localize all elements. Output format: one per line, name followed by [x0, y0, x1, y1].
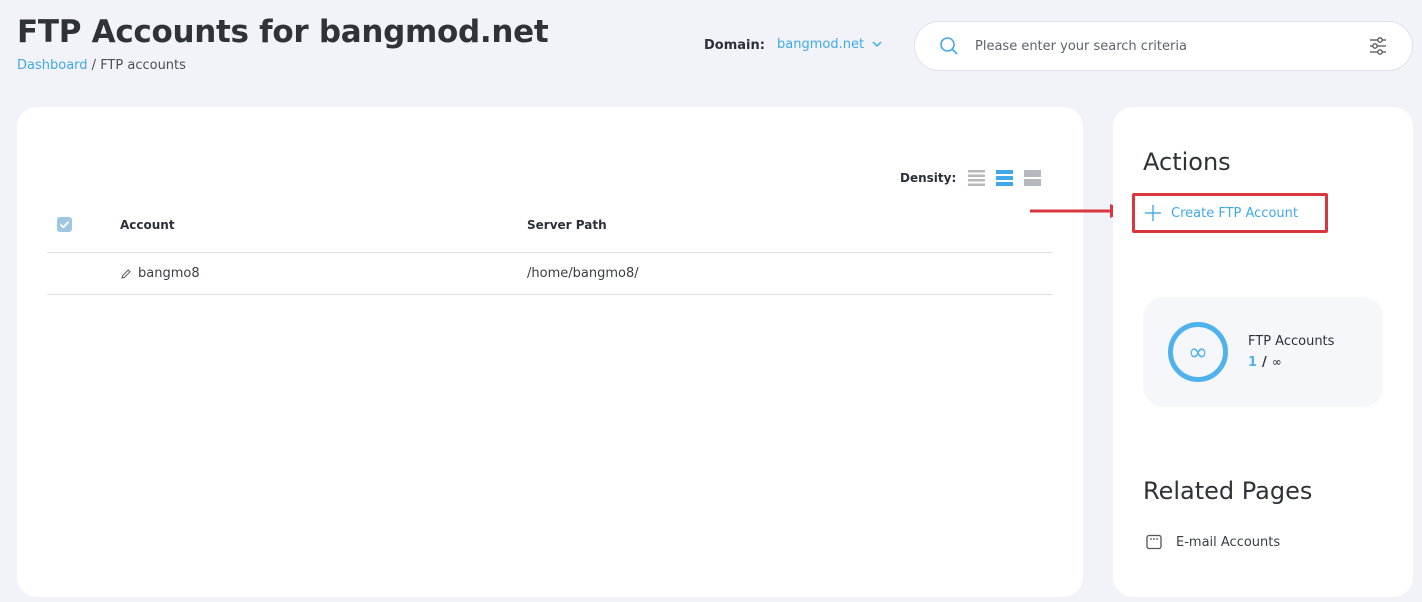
- breadcrumb-separator: /: [87, 58, 101, 73]
- infinity-icon: ∞: [1188, 338, 1208, 366]
- related-pages-title: Related Pages: [1143, 477, 1313, 505]
- accounts-card: Density: Account Server Path bangmo8 /ho…: [17, 107, 1083, 597]
- density-normal-icon[interactable]: [995, 169, 1014, 187]
- pencil-icon: [121, 268, 131, 279]
- domain-label: Domain:: [704, 38, 765, 53]
- column-header-account[interactable]: Account: [120, 218, 175, 232]
- breadcrumb-current: FTP accounts: [100, 58, 186, 73]
- search-box: [914, 21, 1413, 71]
- column-header-server-path[interactable]: Server Path: [527, 218, 607, 232]
- page-title: FTP Accounts for bangmod.net: [17, 14, 549, 50]
- density-control: Density:: [900, 169, 1042, 187]
- account-name: bangmo8: [138, 266, 200, 281]
- stat-value: 1 / ∞: [1248, 355, 1282, 370]
- table-row: bangmo8 /home/bangmo8/: [47, 253, 1053, 295]
- email-window-icon: [1146, 534, 1162, 550]
- plus-icon: [1145, 205, 1161, 221]
- server-path: /home/bangmo8/: [527, 266, 639, 281]
- create-ftp-account-label: Create FTP Account: [1171, 205, 1298, 221]
- density-compact-icon[interactable]: [967, 169, 986, 187]
- search-icon[interactable]: [939, 36, 959, 56]
- related-item-label: E-mail Accounts: [1176, 534, 1281, 550]
- domain-value: bangmod.net: [777, 37, 865, 52]
- accounts-table: Account Server Path bangmo8 /home/bangmo…: [47, 203, 1053, 295]
- domain-select[interactable]: bangmod.net: [777, 37, 882, 52]
- related-item-email-accounts[interactable]: E-mail Accounts: [1146, 534, 1280, 550]
- density-label: Density:: [900, 171, 957, 185]
- usage-ring: ∞: [1168, 322, 1228, 382]
- search-input[interactable]: [975, 38, 1355, 54]
- actions-title: Actions: [1143, 148, 1231, 176]
- stat-used: 1: [1248, 355, 1258, 370]
- account-link[interactable]: bangmo8: [120, 266, 200, 281]
- check-icon: [59, 221, 70, 229]
- create-ftp-account-button[interactable]: Create FTP Account: [1132, 193, 1328, 233]
- sidebar-card: Actions Create FTP Account ∞ FTP Account…: [1113, 107, 1413, 597]
- stat-separator: /: [1262, 355, 1267, 370]
- breadcrumb: Dashboard / FTP accounts: [17, 58, 186, 73]
- select-all-checkbox[interactable]: [57, 217, 72, 232]
- stat-label: FTP Accounts: [1248, 334, 1335, 349]
- breadcrumb-dashboard-link[interactable]: Dashboard: [17, 58, 88, 73]
- density-comfortable-icon[interactable]: [1023, 169, 1042, 187]
- chevron-down-icon: [872, 41, 882, 48]
- ftp-accounts-stat: ∞ FTP Accounts 1 / ∞: [1143, 297, 1383, 407]
- stat-limit: ∞: [1271, 355, 1282, 369]
- table-header: Account Server Path: [47, 203, 1053, 253]
- filter-settings-icon[interactable]: [1368, 36, 1388, 56]
